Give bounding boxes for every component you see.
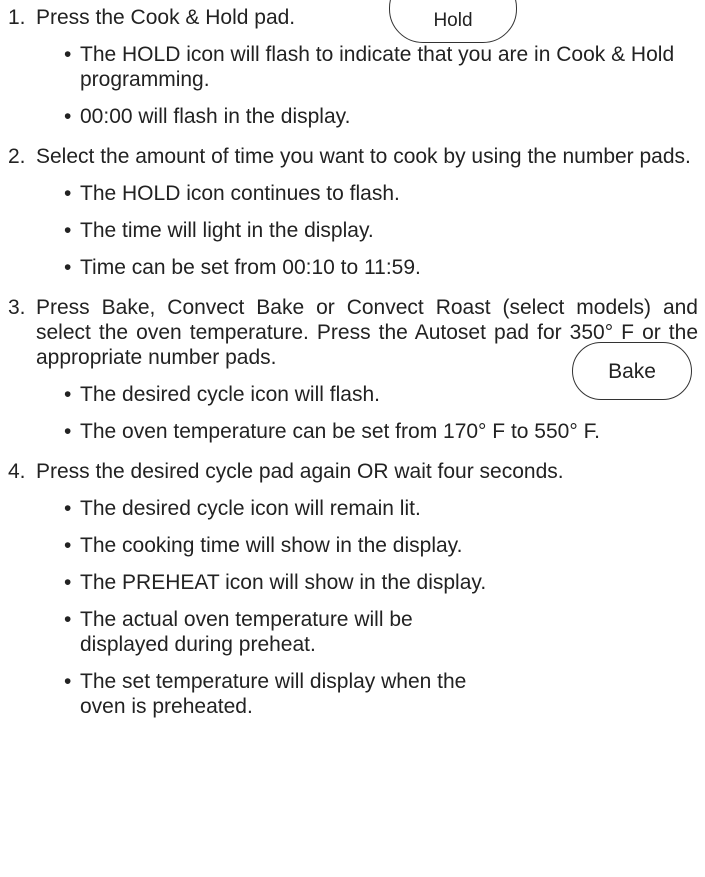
bullet-text: The desired cycle icon will flash.	[80, 383, 380, 406]
step-3: 3. Press Bake, Convect Bake or Convect R…	[8, 295, 698, 370]
step-1-bullet-1: • The HOLD icon will flash to indicate t…	[64, 42, 694, 92]
step-1-bullet-2: • 00:00 will flash in the display.	[64, 104, 694, 129]
bullet-marker: •	[64, 497, 72, 520]
step-2-bullet-1: • The HOLD icon continues to flash.	[64, 181, 694, 206]
step-text: Press the Cook & Hold pad.	[36, 6, 296, 29]
bullet-text: The set temperature will display when th…	[80, 670, 467, 718]
step-2-bullet-3: • Time can be set from 00:10 to 11:59.	[64, 255, 694, 280]
step-text: Press Bake, Convect Bake or Convect Roas…	[36, 296, 698, 369]
bullet-marker: •	[64, 43, 72, 66]
bullet-marker: •	[64, 670, 72, 693]
step-3-bullet-2: • The oven temperature can be set from 1…	[64, 419, 694, 444]
bullet-marker: •	[64, 383, 72, 406]
bullet-text: The HOLD icon will flash to indicate tha…	[80, 43, 675, 91]
bullet-marker: •	[64, 219, 72, 242]
step-2-bullet-2: • The time will light in the display.	[64, 218, 694, 243]
bullet-text: 00:00 will flash in the display.	[80, 105, 351, 128]
bullet-marker: •	[64, 105, 72, 128]
step-1: 1. Press the Cook & Hold pad.	[8, 5, 698, 30]
bullet-text: The HOLD icon continues to flash.	[80, 182, 400, 205]
step-4-bullet-2: • The cooking time will show in the disp…	[64, 533, 694, 558]
step-4-bullet-1: • The desired cycle icon will remain lit…	[64, 496, 694, 521]
step-3-bullet-1: • The desired cycle icon will flash.	[64, 382, 694, 407]
step-number: 2.	[8, 145, 26, 168]
step-4: 4. Press the desired cycle pad again OR …	[8, 459, 698, 484]
bullet-marker: •	[64, 420, 72, 443]
bullet-marker: •	[64, 571, 72, 594]
bullet-marker: •	[64, 182, 72, 205]
step-number: 1.	[8, 6, 26, 29]
step-2: 2. Select the amount of time you want to…	[8, 144, 698, 169]
step-number: 3.	[8, 296, 26, 319]
step-4-bullet-3: • The PREHEAT icon will show in the disp…	[64, 570, 694, 595]
bullet-marker: •	[64, 256, 72, 279]
bullet-text: The desired cycle icon will remain lit.	[80, 497, 421, 520]
step-text: Press the desired cycle pad again OR wai…	[36, 460, 564, 483]
step-number: 4.	[8, 460, 26, 483]
step-4-bullet-4: • The actual oven temperature will be di…	[64, 607, 444, 657]
bullet-text: The actual oven temperature will be disp…	[80, 608, 413, 656]
bullet-text: The oven temperature can be set from 170…	[80, 420, 600, 443]
bullet-text: The cooking time will show in the displa…	[80, 534, 463, 557]
bullet-marker: •	[64, 608, 72, 631]
bullet-text: The PREHEAT icon will show in the displa…	[80, 571, 487, 594]
bullet-marker: •	[64, 534, 72, 557]
bullet-text: The time will light in the display.	[80, 219, 374, 242]
step-4-bullet-5: • The set temperature will display when …	[64, 669, 484, 719]
bullet-text: Time can be set from 00:10 to 11:59.	[80, 256, 421, 279]
instruction-page: Hold Bake 1. Press the Cook & Hold pad. …	[0, 0, 705, 877]
step-text: Select the amount of time you want to co…	[36, 145, 691, 168]
